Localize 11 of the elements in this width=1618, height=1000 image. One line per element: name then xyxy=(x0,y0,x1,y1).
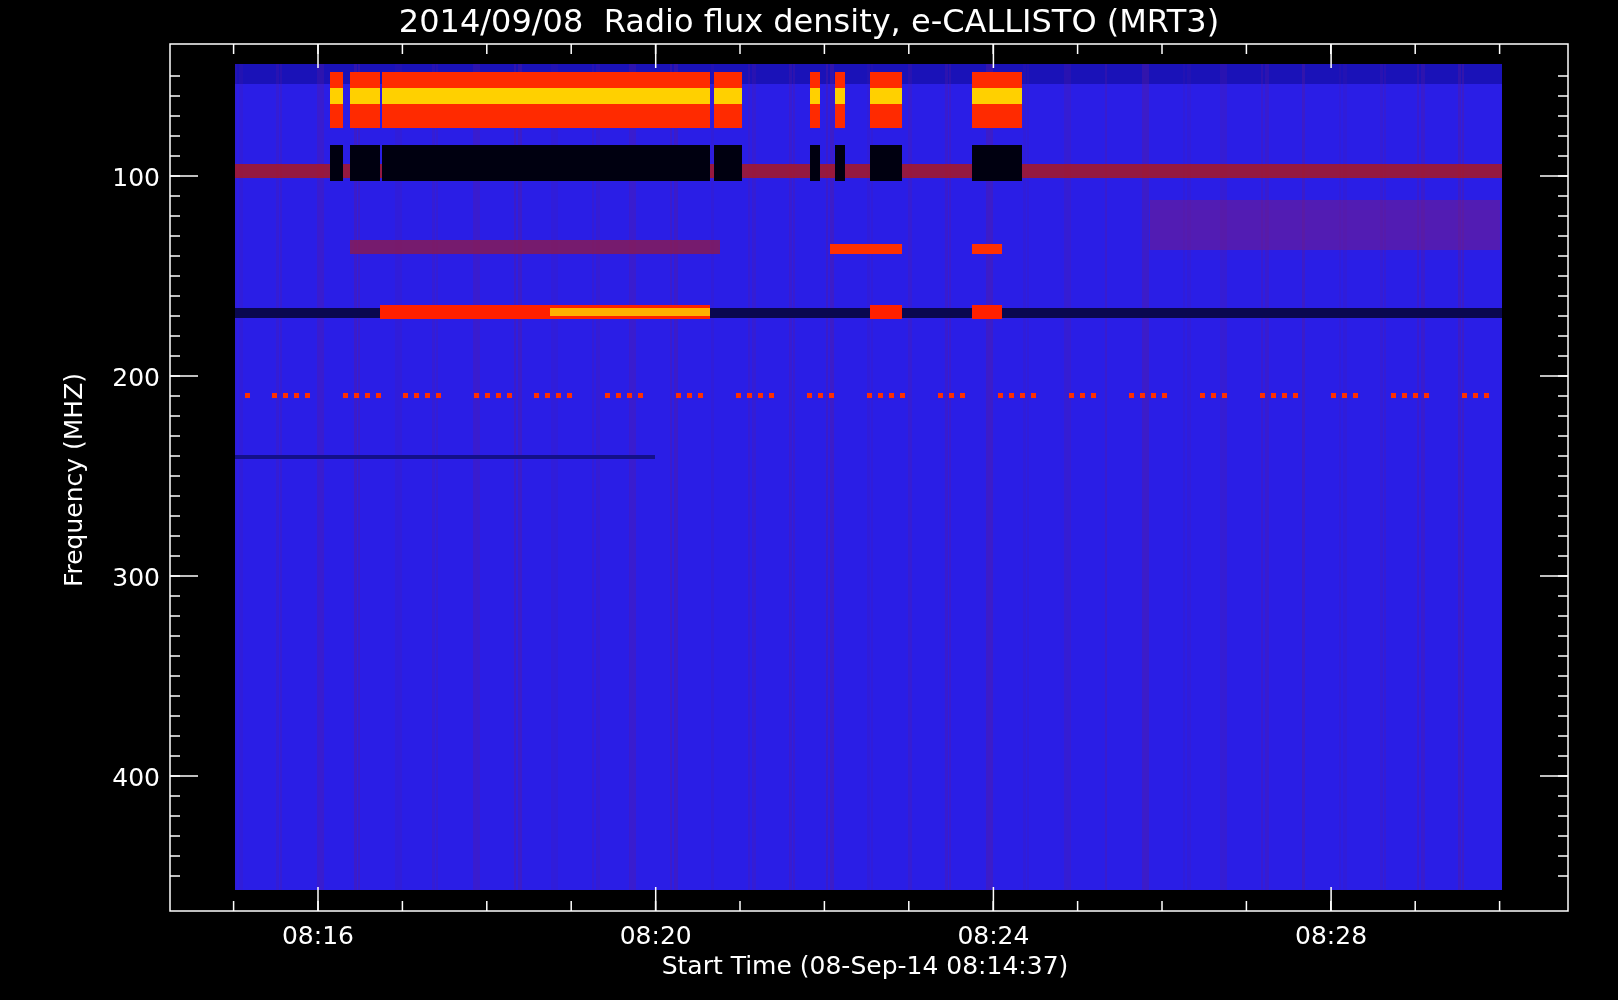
tick-label: 08:24 xyxy=(957,921,1030,950)
tick-label: 08:16 xyxy=(282,921,354,950)
tick-label: 08:20 xyxy=(619,921,692,950)
axis-label: Start Time (08-Sep-14 08:14:37) xyxy=(661,951,1069,980)
tick-label: 200 xyxy=(112,363,160,392)
tick-label: 08:28 xyxy=(1295,921,1368,950)
tick-label: 400 xyxy=(112,763,160,792)
tick-label: 100 xyxy=(112,163,160,192)
tick-label: 300 xyxy=(112,563,160,592)
chart-title: 2014/09/08 Radio flux density, e-CALLISTO (MRT3) xyxy=(398,2,1220,40)
axis-label: Frequency (MHZ) xyxy=(59,372,88,588)
